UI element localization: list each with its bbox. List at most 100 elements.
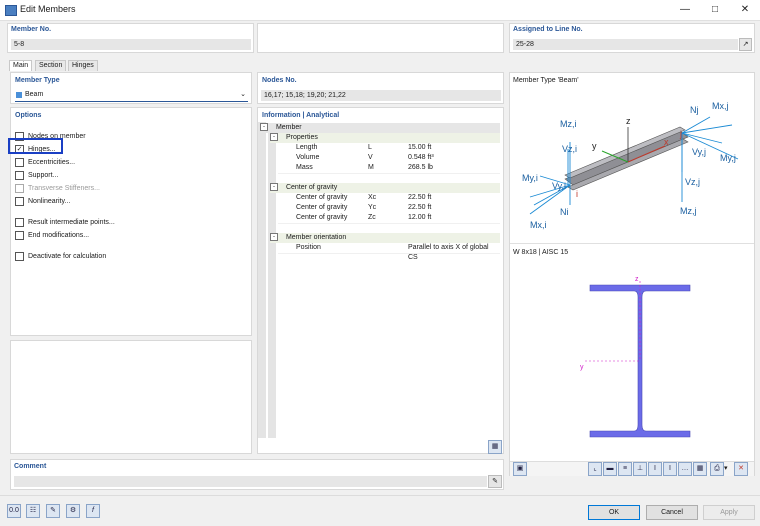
show-section-icon[interactable]: ⌞ — [588, 462, 602, 476]
nodes-label: Nodes No. — [262, 77, 297, 84]
beam-type-icon — [16, 92, 22, 98]
member-type-caption: Member Type 'Beam' — [513, 77, 579, 84]
comment-library-icon[interactable]: ✎ — [488, 475, 502, 488]
option-label: Nonlinearity... — [28, 198, 71, 205]
units-icon[interactable]: ☷ — [26, 504, 40, 518]
ok-button[interactable]: OK — [588, 505, 640, 520]
collapse-icon[interactable]: - — [270, 133, 278, 142]
function-icon[interactable]: f — [86, 504, 100, 518]
tab-hinges[interactable]: Hinges — [68, 60, 98, 71]
close-preview-icon[interactable]: ✕ — [734, 462, 748, 476]
tree-cog-row-2: Center of gravity Zc 12.00 ft — [278, 213, 500, 224]
beam-body — [564, 130, 689, 186]
tree-cell-name: Volume — [296, 154, 320, 161]
table-export-icon[interactable]: ▦ — [488, 440, 502, 454]
option-8[interactable]: Deactivate for calculation — [15, 252, 106, 261]
tree-properties-row[interactable]: - Properties — [270, 133, 500, 143]
dimensions-icon[interactable]: ▬ — [603, 462, 617, 476]
diag-label-ni: Ni — [560, 207, 569, 217]
assigned-panel: Assigned to Line No. 25-28 ↗ — [509, 23, 755, 53]
tree-cell-sym: Yc — [368, 204, 377, 211]
tree-cell-name: Length — [296, 144, 318, 151]
checkbox[interactable] — [15, 184, 24, 193]
option-3[interactable]: Support... — [15, 171, 58, 180]
view-settings-icon[interactable]: ▣ — [513, 462, 527, 476]
diag-label-vzi: Vz,i — [562, 144, 577, 154]
member-type-dropdown[interactable]: Beam ⌄ — [15, 90, 248, 102]
member-type-label: Member Type — [15, 77, 60, 84]
tree-cell-sym: Xc — [368, 194, 377, 201]
hinges-highlight — [8, 138, 63, 154]
comment-field[interactable] — [14, 476, 487, 487]
collapse-icon[interactable]: - — [260, 123, 268, 132]
tree-cell-value: 22.50 ft — [408, 194, 432, 201]
diag-label-myi: My,i — [522, 173, 538, 183]
tree-orient-row-0: Position Parallel to axis X of global CS — [278, 243, 500, 261]
member-type-value: Beam — [25, 91, 44, 98]
collapse-icon[interactable]: - — [270, 233, 278, 242]
diag-label-vyi: Vy,i — [552, 181, 566, 191]
minimize-icon[interactable]: — — [670, 0, 700, 20]
section-z-label: z — [635, 276, 639, 283]
collapse-icon[interactable]: - — [270, 183, 278, 192]
stress-points-icon[interactable]: ≡ — [618, 462, 632, 476]
diag-label-vzj: Vz,j — [685, 177, 700, 187]
numbering-icon[interactable]: 0.0 — [7, 504, 21, 518]
option-6[interactable]: Result intermediate points... — [15, 218, 115, 227]
grid-icon[interactable]: ▦ — [693, 462, 707, 476]
section-y-label: y — [580, 364, 584, 371]
option-4[interactable]: Transverse Stiffeners... — [15, 184, 100, 193]
diagram-divider — [510, 243, 754, 244]
blank-header-panel — [257, 23, 504, 53]
checkbox[interactable] — [15, 158, 24, 167]
title-bar: Edit Members — □ ✕ — [0, 0, 760, 21]
section-parts-icon[interactable]: I — [648, 462, 662, 476]
select-member-icon[interactable]: ✎ — [46, 504, 60, 518]
diag-label-mzi: Mz,i — [560, 119, 577, 129]
centroid-icon[interactable]: I — [663, 462, 677, 476]
member-no-field[interactable]: 5-8 — [11, 39, 251, 50]
option-7[interactable]: End modifications... — [15, 231, 89, 240]
pick-icon[interactable]: ↗ — [739, 38, 752, 51]
section-drawing: z y — [580, 276, 691, 438]
diag-label-x: x — [664, 137, 669, 147]
tree-properties-row-2: Mass M 268.5 lb — [278, 163, 500, 174]
checkbox[interactable] — [15, 231, 24, 240]
option-label: Deactivate for calculation — [28, 253, 107, 260]
tree-member-row[interactable]: - Member — [260, 123, 500, 133]
diag-label-z: z — [626, 116, 631, 126]
checkbox[interactable] — [15, 218, 24, 227]
tab-main[interactable]: Main — [9, 60, 33, 71]
maximize-icon[interactable]: □ — [700, 0, 730, 20]
tree-cog-row[interactable]: - Center of gravity — [270, 183, 500, 193]
print-icon[interactable]: ⎙ — [710, 462, 724, 476]
tree-properties-label: Properties — [285, 134, 318, 141]
dash-lines-icon[interactable]: … — [678, 462, 692, 476]
checkbox[interactable] — [15, 252, 24, 261]
pick-node-icon[interactable]: ⚙ — [66, 504, 80, 518]
assigned-field[interactable]: 25-28 — [513, 39, 738, 50]
diag-label-mzj: Mz,j — [680, 206, 697, 216]
nodes-field[interactable]: 16,17; 15,18; 19,20; 21,22 — [261, 90, 501, 101]
cancel-button[interactable]: Cancel — [646, 505, 698, 520]
tree-cell-value: 0.548 ft³ — [408, 154, 434, 161]
diag-label-mxj: Mx,j — [712, 101, 729, 111]
info-tree: - Member - Properties Length L 15.00 ft Vol… — [258, 122, 501, 438]
apply-button[interactable]: Apply — [703, 505, 755, 520]
left-lower-panel — [10, 340, 252, 454]
comment-label: Comment — [14, 463, 47, 470]
section-axes-icon[interactable]: ⊥ — [633, 462, 647, 476]
close-icon[interactable]: ✕ — [730, 0, 760, 20]
tree-indent-bar — [268, 133, 276, 438]
window-title: Edit Members — [20, 4, 76, 14]
diag-label-i: i — [576, 189, 578, 199]
tab-section[interactable]: Section — [35, 60, 67, 71]
option-2[interactable]: Eccentricities... — [15, 158, 75, 167]
tree-cell-value: 12.00 ft — [408, 214, 432, 221]
print-chevron-icon[interactable]: ▾ — [724, 464, 728, 472]
checkbox[interactable] — [15, 197, 24, 206]
tree-orient-row[interactable]: - Member orientation — [270, 233, 500, 243]
tree-cell-sym: L — [368, 144, 372, 151]
option-5[interactable]: Nonlinearity... — [15, 197, 70, 206]
checkbox[interactable] — [15, 171, 24, 180]
